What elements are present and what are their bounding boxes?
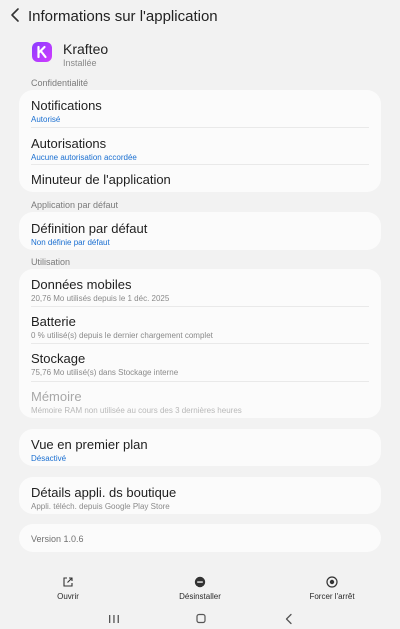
divider bbox=[31, 127, 369, 128]
notifications-label: Notifications bbox=[31, 98, 102, 113]
set-as-default-item[interactable]: Définition par défaut Non définie par dé… bbox=[31, 221, 369, 247]
mobile-data-value: 20,76 Mo utilisés depuis le 1 déc. 2025 bbox=[31, 294, 170, 303]
uninstall-button[interactable]: Désinstaller bbox=[155, 576, 245, 601]
foreground-card: Vue en premier plan Désactivé bbox=[19, 429, 381, 466]
battery-label: Batterie bbox=[31, 314, 76, 329]
home-icon[interactable] bbox=[194, 613, 208, 625]
section-default-app-heading: Application par défaut bbox=[31, 200, 119, 210]
krafteo-app-icon bbox=[32, 42, 52, 62]
notifications-item[interactable]: Notifications Autorisé bbox=[31, 98, 369, 124]
bottom-action-bar: Ouvrir Désinstaller Forcer l'arrêt bbox=[0, 576, 400, 606]
app-name: Krafteo bbox=[63, 41, 109, 57]
uninstall-minus-icon bbox=[194, 576, 206, 588]
notifications-value: Autorisé bbox=[31, 115, 61, 124]
app-install-status: Installée bbox=[63, 58, 97, 68]
divider bbox=[31, 343, 369, 344]
store-details-item[interactable]: Détails appli. ds boutique Appli. téléch… bbox=[31, 485, 369, 511]
privacy-card: Notifications Autorisé Autorisations Auc… bbox=[19, 90, 381, 192]
memory-item: Mémoire Mémoire RAM non utilisée au cour… bbox=[31, 389, 369, 415]
permissions-value: Aucune autorisation accordée bbox=[31, 153, 137, 162]
mobile-data-item[interactable]: Données mobiles 20,76 Mo utilisés depuis… bbox=[31, 277, 369, 303]
force-stop-button[interactable]: Forcer l'arrêt bbox=[287, 576, 377, 601]
storage-item[interactable]: Stockage 75,76 Mo utilisé(s) dans Stocka… bbox=[31, 351, 369, 377]
open-label: Ouvrir bbox=[57, 592, 79, 601]
default-app-card: Définition par défaut Non définie par dé… bbox=[19, 212, 381, 250]
storage-label: Stockage bbox=[31, 351, 86, 366]
force-stop-icon bbox=[326, 576, 338, 588]
divider bbox=[31, 164, 369, 165]
memory-label: Mémoire bbox=[31, 389, 82, 404]
store-card: Détails appli. ds boutique Appli. téléch… bbox=[19, 477, 381, 514]
battery-item[interactable]: Batterie 0 % utilisé(s) depuis le dernie… bbox=[31, 314, 369, 340]
set-as-default-value: Non définie par défaut bbox=[31, 238, 110, 247]
page-title: Informations sur l'application bbox=[28, 8, 218, 25]
memory-value: Mémoire RAM non utilisée au cours des 3 … bbox=[31, 406, 242, 415]
force-stop-label: Forcer l'arrêt bbox=[309, 592, 355, 601]
app-info-header: Informations sur l'application bbox=[0, 0, 400, 30]
permissions-item[interactable]: Autorisations Aucune autorisation accord… bbox=[31, 136, 369, 162]
mobile-data-label: Données mobiles bbox=[31, 277, 132, 292]
foreground-view-label: Vue en premier plan bbox=[31, 437, 148, 452]
usage-card: Données mobiles 20,76 Mo utilisés depuis… bbox=[19, 269, 381, 418]
set-as-default-label: Définition par défaut bbox=[31, 221, 148, 236]
foreground-view-item[interactable]: Vue en premier plan Désactivé bbox=[31, 437, 369, 463]
back-nav-icon[interactable] bbox=[282, 613, 296, 625]
storage-value: 75,76 Mo utilisé(s) dans Stockage intern… bbox=[31, 368, 179, 377]
battery-value: 0 % utilisé(s) depuis le dernier chargem… bbox=[31, 331, 213, 340]
app-timer-item[interactable]: Minuteur de l'application bbox=[31, 172, 369, 187]
open-button[interactable]: Ouvrir bbox=[23, 576, 113, 601]
back-arrow-icon[interactable] bbox=[8, 7, 24, 23]
section-usage-heading: Utilisation bbox=[31, 257, 71, 267]
open-external-icon bbox=[63, 577, 73, 587]
foreground-view-value: Désactivé bbox=[31, 454, 67, 463]
recent-apps-icon[interactable] bbox=[107, 613, 121, 625]
app-version: Version 1.0.6 bbox=[31, 534, 84, 544]
app-timer-label: Minuteur de l'application bbox=[31, 172, 171, 187]
version-card: Version 1.0.6 bbox=[19, 524, 381, 552]
divider bbox=[31, 306, 369, 307]
k-logo-icon bbox=[37, 45, 47, 59]
permissions-label: Autorisations bbox=[31, 136, 107, 151]
divider bbox=[31, 381, 369, 382]
system-navigation-bar bbox=[0, 610, 400, 629]
store-details-label: Détails appli. ds boutique bbox=[31, 485, 177, 500]
uninstall-label: Désinstaller bbox=[179, 592, 221, 601]
section-privacy-heading: Confidentialité bbox=[31, 78, 89, 88]
store-details-value: Appli. téléch. depuis Google Play Store bbox=[31, 502, 170, 511]
